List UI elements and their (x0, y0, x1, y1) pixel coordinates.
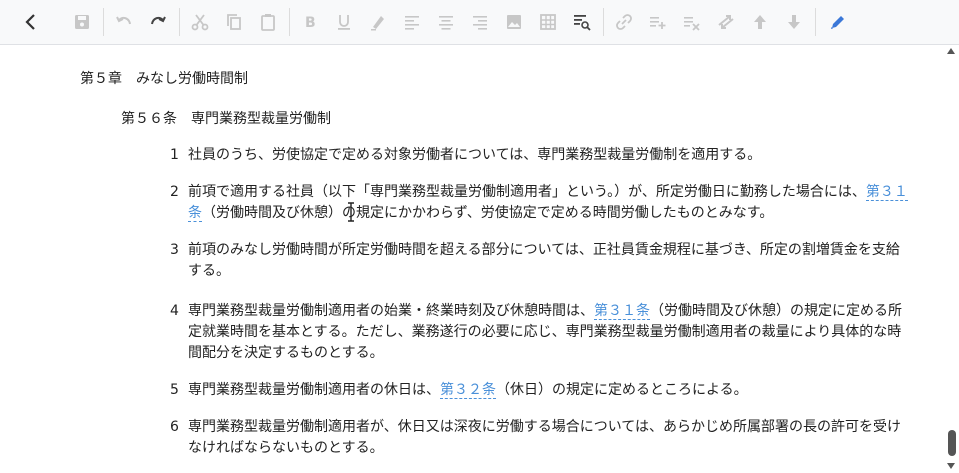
scrollbar[interactable] (945, 46, 959, 473)
toolbar-separator (289, 8, 290, 36)
swap-icon[interactable] (714, 10, 738, 34)
text-cursor-icon (348, 202, 354, 222)
scroll-up-arrow-icon[interactable] (947, 48, 955, 54)
toolbar: B (0, 0, 959, 45)
paste-icon[interactable] (256, 10, 280, 34)
clause-text-part: （労働時間及び休憩）の規定にかかわらず、労使協定で定める時間労働したものとみなす… (202, 205, 774, 221)
copy-icon[interactable] (222, 10, 246, 34)
article-link[interactable]: 第３２条 (440, 382, 496, 399)
clause-text: 専門業務型裁量労働制適用者の始業・終業時刻及び休憩時間は、第３１条（労働時間及び… (188, 301, 908, 364)
scroll-down-arrow-icon[interactable] (947, 463, 955, 469)
save-icon[interactable] (70, 10, 94, 34)
image-icon[interactable] (502, 10, 526, 34)
clause-text-part: 前項で適用する社員（以下「専門業務型裁量労働制適用者」という。）が、所定労働日に… (188, 184, 866, 200)
clause-number: 4 (170, 303, 179, 319)
clause-number: 3 (170, 242, 179, 258)
table-icon[interactable] (536, 10, 560, 34)
clause-number: 2 (170, 184, 179, 200)
clause-text: 専門業務型裁量労働制適用者が、休日又は深夜に労働する場合については、あらかじめ所… (188, 419, 902, 456)
redo-icon[interactable] (146, 10, 170, 34)
link-icon[interactable] (612, 10, 636, 34)
article-heading: 第５６条 専門業務型裁量労働制 (121, 111, 331, 127)
toolbar-separator (603, 8, 604, 36)
clause-number: 1 (170, 147, 179, 163)
article-link[interactable]: 第３１条 (594, 303, 650, 320)
highlight-icon[interactable] (366, 10, 390, 34)
cut-icon[interactable] (188, 10, 212, 34)
chapter-heading: 第５章 みなし労働時間制 (80, 71, 248, 87)
align-right-icon[interactable] (468, 10, 492, 34)
clear-format-icon[interactable] (680, 10, 704, 34)
back-icon[interactable] (19, 10, 43, 34)
svg-text:B: B (305, 15, 316, 31)
align-center-icon[interactable] (434, 10, 458, 34)
clause-text: 専門業務型裁量労働制適用者の休日は、第３２条（休日）の規定に定めるところによる。 (188, 380, 908, 401)
toolbar-separator (103, 8, 104, 36)
clause-text-part: 専門業務型裁量労働制適用者の休日は、 (188, 382, 440, 398)
scrollbar-thumb[interactable] (948, 430, 956, 456)
find-icon[interactable] (570, 10, 594, 34)
toolbar-separator (179, 8, 180, 36)
move-up-icon[interactable] (748, 10, 772, 34)
clause-text-part: 専門業務型裁量労働制適用者の始業・終業時刻及び休憩時間は、 (188, 303, 594, 319)
move-down-icon[interactable] (782, 10, 806, 34)
edit-icon[interactable] (826, 10, 850, 34)
undo-icon[interactable] (112, 10, 136, 34)
align-left-icon[interactable] (400, 10, 424, 34)
clause-text-part: （休日）の規定に定めるところによる。 (496, 382, 748, 398)
underline-icon[interactable] (332, 10, 356, 34)
clause-number: 6 (170, 419, 179, 435)
clause-text: 社員のうち、労使協定で定める対象労働者については、専門業務型裁量労働制を適用する… (188, 147, 762, 163)
add-item-icon[interactable] (646, 10, 670, 34)
toolbar-separator (815, 8, 816, 36)
document-body[interactable]: 第５章 みなし労働時間制 第５６条 専門業務型裁量労働制 1 社員のうち、労使協… (0, 46, 945, 473)
clause-text: 前項で適用する社員（以下「専門業務型裁量労働制適用者」という。）が、所定労働日に… (188, 182, 908, 224)
bold-icon[interactable]: B (298, 10, 322, 34)
clause-text: 前項のみなし労働時間が所定労働時間を超える部分については、正社員賃金規程に基づき… (188, 242, 900, 279)
clause-number: 5 (170, 382, 179, 398)
